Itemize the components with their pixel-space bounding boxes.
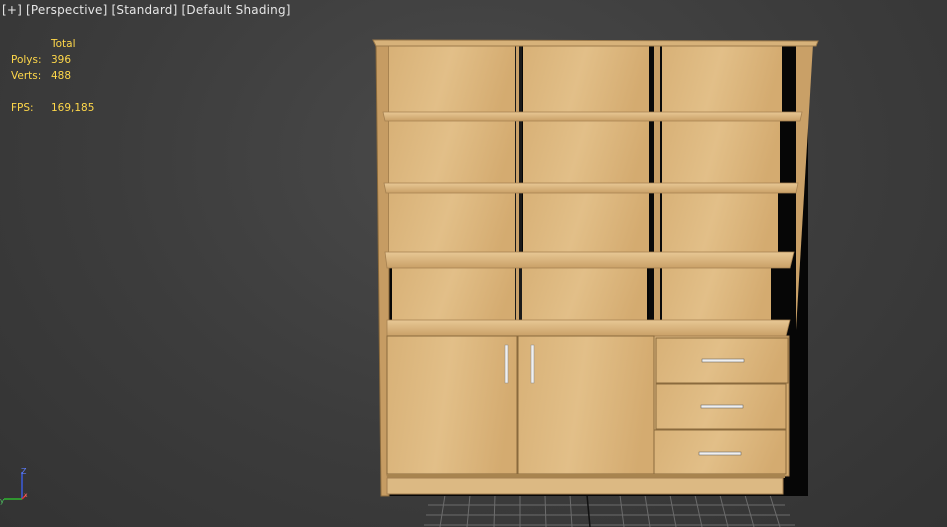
axis-x-label: x	[24, 492, 28, 499]
axis-y-label: y	[0, 497, 4, 505]
cabinet-door-right[interactable]	[517, 335, 655, 475]
plinth-line	[387, 474, 785, 478]
drawer-handle-bottom	[698, 451, 742, 456]
cabinet-door-left[interactable]	[386, 335, 518, 475]
grid-axis-line	[586, 494, 591, 527]
top-board	[372, 39, 819, 47]
door-handle-left	[504, 344, 509, 384]
plinth	[386, 477, 784, 495]
drawer-handle-middle	[700, 404, 744, 409]
ground-grid	[424, 494, 795, 527]
door-handle-right	[530, 344, 535, 384]
axis-gizmo: Z y x	[0, 467, 28, 505]
bookcase-model[interactable]	[372, 39, 819, 497]
axis-z-label: Z	[21, 467, 27, 476]
viewport-canvas[interactable]	[0, 0, 947, 527]
drawer-handle-top	[701, 358, 745, 363]
